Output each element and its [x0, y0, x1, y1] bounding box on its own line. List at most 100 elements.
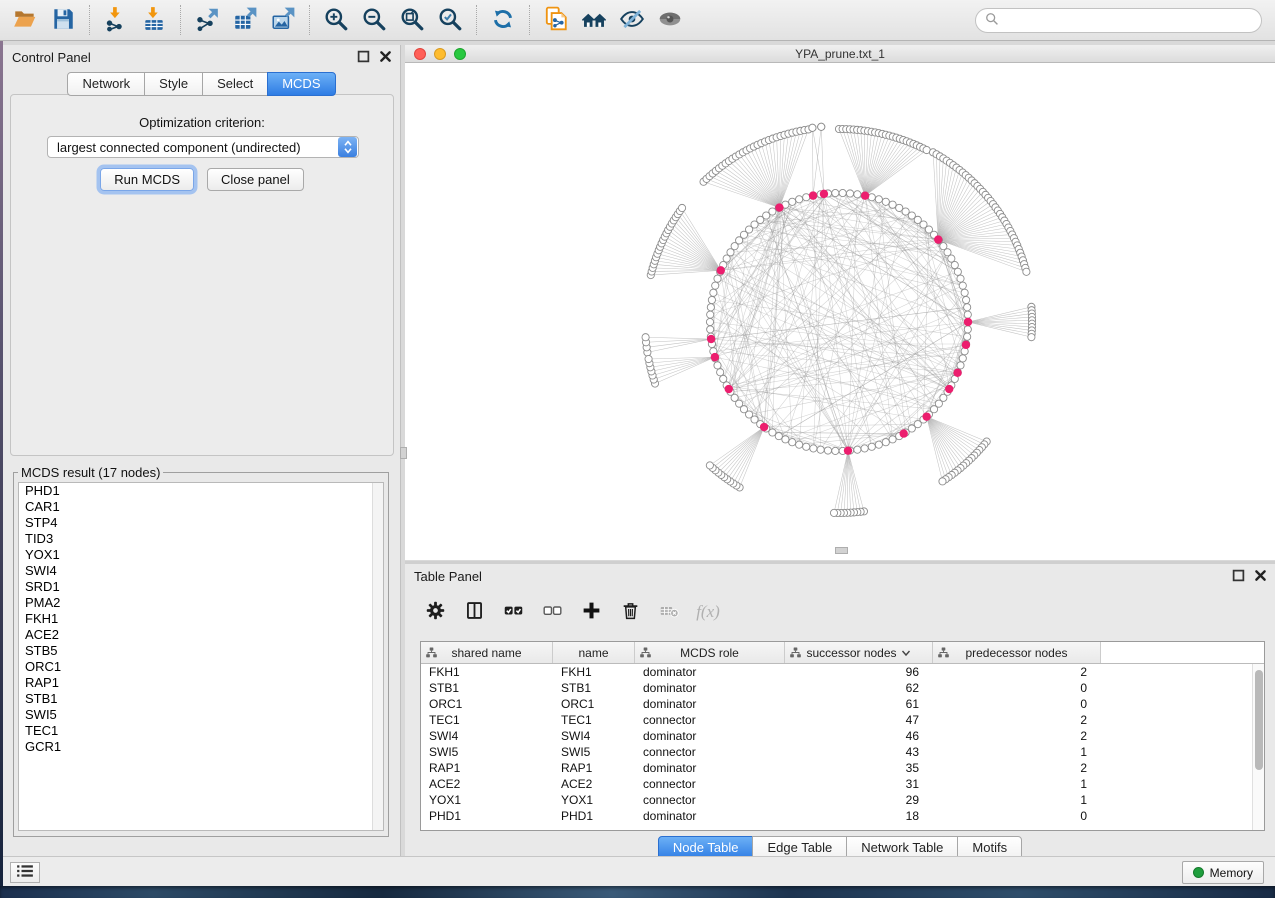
- import-table-button[interactable]: [135, 3, 173, 37]
- network-node[interactable]: [959, 282, 966, 289]
- column-header-successor-nodes[interactable]: successor nodes: [785, 642, 933, 663]
- network-node[interactable]: [948, 255, 955, 262]
- network-node[interactable]: [817, 446, 824, 453]
- network-node[interactable]: [861, 445, 868, 452]
- mcds-result-item[interactable]: SRD1: [19, 579, 383, 595]
- close-panel-icon[interactable]: [1254, 569, 1267, 582]
- network-node[interactable]: [882, 198, 889, 205]
- window-close-button[interactable]: [414, 48, 426, 60]
- export-image-button[interactable]: [264, 3, 302, 37]
- tab-mcds[interactable]: MCDS: [267, 72, 335, 96]
- dominator-node[interactable]: [809, 191, 817, 199]
- clone-network-button[interactable]: [537, 3, 575, 37]
- table-row[interactable]: SWI5SWI5connector431: [421, 744, 1264, 760]
- network-node[interactable]: [642, 334, 649, 341]
- network-node[interactable]: [959, 355, 966, 362]
- network-node[interactable]: [1023, 268, 1030, 275]
- dominator-node[interactable]: [725, 385, 733, 393]
- mcds-result-item[interactable]: STP4: [19, 515, 383, 531]
- settings-button[interactable]: [420, 597, 450, 627]
- dominator-node[interactable]: [717, 266, 725, 274]
- network-node[interactable]: [830, 509, 837, 516]
- mcds-result-item[interactable]: PMA2: [19, 595, 383, 611]
- close-panel-icon[interactable]: [379, 50, 392, 63]
- network-node[interactable]: [957, 275, 964, 282]
- mcds-result-item[interactable]: PHD1: [19, 483, 383, 499]
- network-node[interactable]: [957, 362, 964, 369]
- network-node[interactable]: [868, 194, 875, 201]
- select-all-button[interactable]: [498, 597, 528, 627]
- network-node[interactable]: [964, 326, 971, 333]
- network-node[interactable]: [1028, 334, 1035, 341]
- network-canvas[interactable]: [405, 63, 1275, 560]
- refresh-view-button[interactable]: [484, 3, 522, 37]
- dominator-node[interactable]: [953, 369, 961, 377]
- open-file-button[interactable]: [6, 3, 44, 37]
- window-minimize-button[interactable]: [434, 48, 446, 60]
- network-node[interactable]: [706, 318, 713, 325]
- new-column-button[interactable]: [576, 597, 606, 627]
- network-node[interactable]: [810, 445, 817, 452]
- network-node[interactable]: [782, 436, 789, 443]
- memory-button[interactable]: Memory: [1182, 861, 1264, 884]
- window-zoom-button[interactable]: [454, 48, 466, 60]
- zoom-in-button[interactable]: [317, 3, 355, 37]
- network-node[interactable]: [964, 333, 971, 340]
- tab-network[interactable]: Network: [67, 72, 145, 96]
- mcds-result-item[interactable]: RAP1: [19, 675, 383, 691]
- network-node[interactable]: [712, 282, 719, 289]
- network-node[interactable]: [889, 201, 896, 208]
- show-all-button[interactable]: [651, 3, 689, 37]
- show-hide-columns-button[interactable]: [459, 597, 489, 627]
- table-row[interactable]: YOX1YOX1connector291: [421, 792, 1264, 808]
- task-history-button[interactable]: [10, 862, 40, 883]
- network-node[interactable]: [710, 289, 717, 296]
- dominator-node[interactable]: [707, 335, 715, 343]
- export-network-button[interactable]: [188, 3, 226, 37]
- network-node[interactable]: [961, 289, 968, 296]
- dominator-node[interactable]: [775, 203, 783, 211]
- network-node[interactable]: [789, 198, 796, 205]
- network-node[interactable]: [645, 355, 652, 362]
- dominator-node[interactable]: [922, 412, 930, 420]
- network-node[interactable]: [963, 296, 970, 303]
- network-node[interactable]: [868, 443, 875, 450]
- mcds-result-item[interactable]: FKH1: [19, 611, 383, 627]
- zoom-selected-button[interactable]: [431, 3, 469, 37]
- search-field[interactable]: [975, 8, 1262, 33]
- network-node[interactable]: [707, 326, 714, 333]
- dominator-node[interactable]: [844, 446, 852, 454]
- network-node[interactable]: [708, 296, 715, 303]
- mcds-result-item[interactable]: STB1: [19, 691, 383, 707]
- float-panel-icon[interactable]: [357, 50, 370, 63]
- network-node[interactable]: [707, 304, 714, 311]
- column-header-shared-name[interactable]: shared name: [421, 642, 553, 663]
- dominator-node[interactable]: [945, 385, 953, 393]
- network-node[interactable]: [809, 124, 816, 131]
- zoom-out-button[interactable]: [355, 3, 393, 37]
- network-node[interactable]: [882, 439, 889, 446]
- network-node[interactable]: [839, 189, 846, 196]
- table-row[interactable]: FKH1FKH1dominator962: [421, 664, 1264, 680]
- network-node[interactable]: [875, 196, 882, 203]
- mcds-result-item[interactable]: TEC1: [19, 723, 383, 739]
- network-node[interactable]: [939, 478, 946, 485]
- table-row[interactable]: RAP1RAP1dominator352: [421, 760, 1264, 776]
- close-panel-button[interactable]: Close panel: [207, 168, 304, 191]
- network-node[interactable]: [854, 191, 861, 198]
- network-node[interactable]: [796, 441, 803, 448]
- network-node[interactable]: [964, 311, 971, 318]
- network-node[interactable]: [707, 311, 714, 318]
- table-scrollbar[interactable]: [1252, 664, 1264, 831]
- mcds-result-item[interactable]: SWI4: [19, 563, 383, 579]
- mcds-result-item[interactable]: CAR1: [19, 499, 383, 515]
- deselect-all-button[interactable]: [537, 597, 567, 627]
- column-header-predecessor-nodes[interactable]: predecessor nodes: [933, 642, 1101, 663]
- export-table-button[interactable]: [226, 3, 264, 37]
- save-session-button[interactable]: [44, 3, 82, 37]
- delete-columns-button[interactable]: [615, 597, 645, 627]
- dominator-node[interactable]: [962, 341, 970, 349]
- run-mcds-button[interactable]: Run MCDS: [100, 168, 194, 191]
- dominator-node[interactable]: [760, 423, 768, 431]
- mcds-result-item[interactable]: SWI5: [19, 707, 383, 723]
